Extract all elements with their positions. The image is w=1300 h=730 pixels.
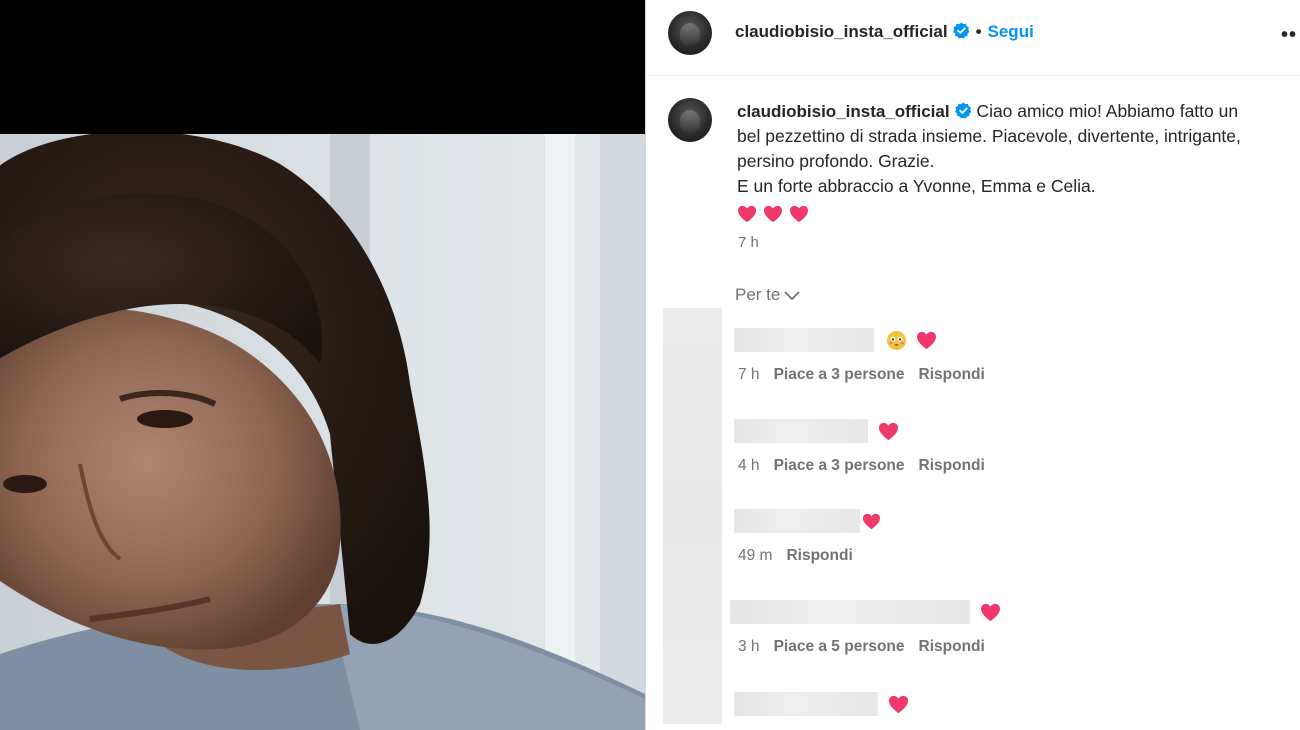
caption-username[interactable]: claudiobisio_insta_official <box>737 102 950 121</box>
header-separator: • <box>975 22 982 41</box>
redacted-comment-text <box>734 419 868 443</box>
caption-hearts <box>737 201 1297 226</box>
comments-sort-dropdown[interactable]: Per te <box>735 285 800 305</box>
heart-icon <box>879 422 899 440</box>
comment-item: 4 h Piace a 3 persone Rispondi <box>734 419 1274 474</box>
caption-line-1: Ciao amico mio! Abbiamo fatto un <box>971 101 1239 121</box>
follow-button[interactable]: Segui <box>988 22 1034 41</box>
comment-timestamp[interactable]: 49 m <box>738 547 772 564</box>
comment-item: 49 m Rispondi <box>734 509 1274 564</box>
comment-item <box>734 692 1274 716</box>
post-details-panel: claudiobisio_insta_official • Segui •• cla… <box>645 0 1300 730</box>
redacted-comment-text <box>734 509 860 533</box>
caption-line-3: persino profondo. Grazie. <box>737 151 935 171</box>
post-media[interactable] <box>0 0 645 730</box>
caption-timestamp[interactable]: 7 h <box>738 234 759 251</box>
comment-item: 7 h Piace a 3 persone Rispondi <box>734 328 1274 383</box>
redacted-comment-text <box>730 600 970 624</box>
caption-line-2: bel pezzettino di strada insieme. Piacev… <box>737 126 1241 146</box>
caption-avatar[interactable] <box>668 98 712 142</box>
chevron-down-icon <box>784 291 800 300</box>
caption-line-4: E un forte abbraccio a Yvonne, Emma e Ce… <box>737 176 1096 196</box>
more-options-icon[interactable]: •• <box>1281 24 1300 47</box>
post-photo <box>0 134 645 730</box>
sort-label: Per te <box>735 285 781 304</box>
header-username[interactable]: claudiobisio_insta_official <box>735 22 948 41</box>
reply-button[interactable]: Rispondi <box>919 638 985 655</box>
heart-icon <box>764 206 782 223</box>
reply-button[interactable]: Rispondi <box>786 547 852 564</box>
post-header: claudiobisio_insta_official • Segui •• <box>646 0 1300 76</box>
comment-timestamp[interactable]: 3 h <box>738 638 760 655</box>
flushed-face-icon <box>887 330 907 350</box>
verified-badge-icon <box>952 22 969 39</box>
reply-button[interactable]: Rispondi <box>919 366 985 383</box>
redacted-comment-text <box>734 328 874 352</box>
heart-icon <box>863 513 881 529</box>
heart-icon <box>738 206 756 223</box>
heart-icon <box>790 206 808 223</box>
comment-likes[interactable]: Piace a 3 persone <box>774 366 905 383</box>
heart-icon <box>981 603 1001 621</box>
comment-timestamp[interactable]: 7 h <box>738 366 760 383</box>
comment-timestamp[interactable]: 4 h <box>738 457 760 474</box>
heart-icon <box>889 695 909 713</box>
redacted-comment-text <box>734 692 878 716</box>
commenter-avatars-redacted <box>663 308 722 724</box>
comment-item: 3 h Piace a 5 persone Rispondi <box>730 600 1274 655</box>
comment-likes[interactable]: Piace a 5 persone <box>774 638 905 655</box>
caption-text: claudiobisio_insta_official Ciao amico m… <box>737 99 1297 226</box>
reply-button[interactable]: Rispondi <box>919 457 985 474</box>
comment-likes[interactable]: Piace a 3 persone <box>774 457 905 474</box>
verified-badge-icon <box>954 102 971 119</box>
heart-icon <box>916 331 936 349</box>
profile-avatar[interactable] <box>668 11 712 55</box>
